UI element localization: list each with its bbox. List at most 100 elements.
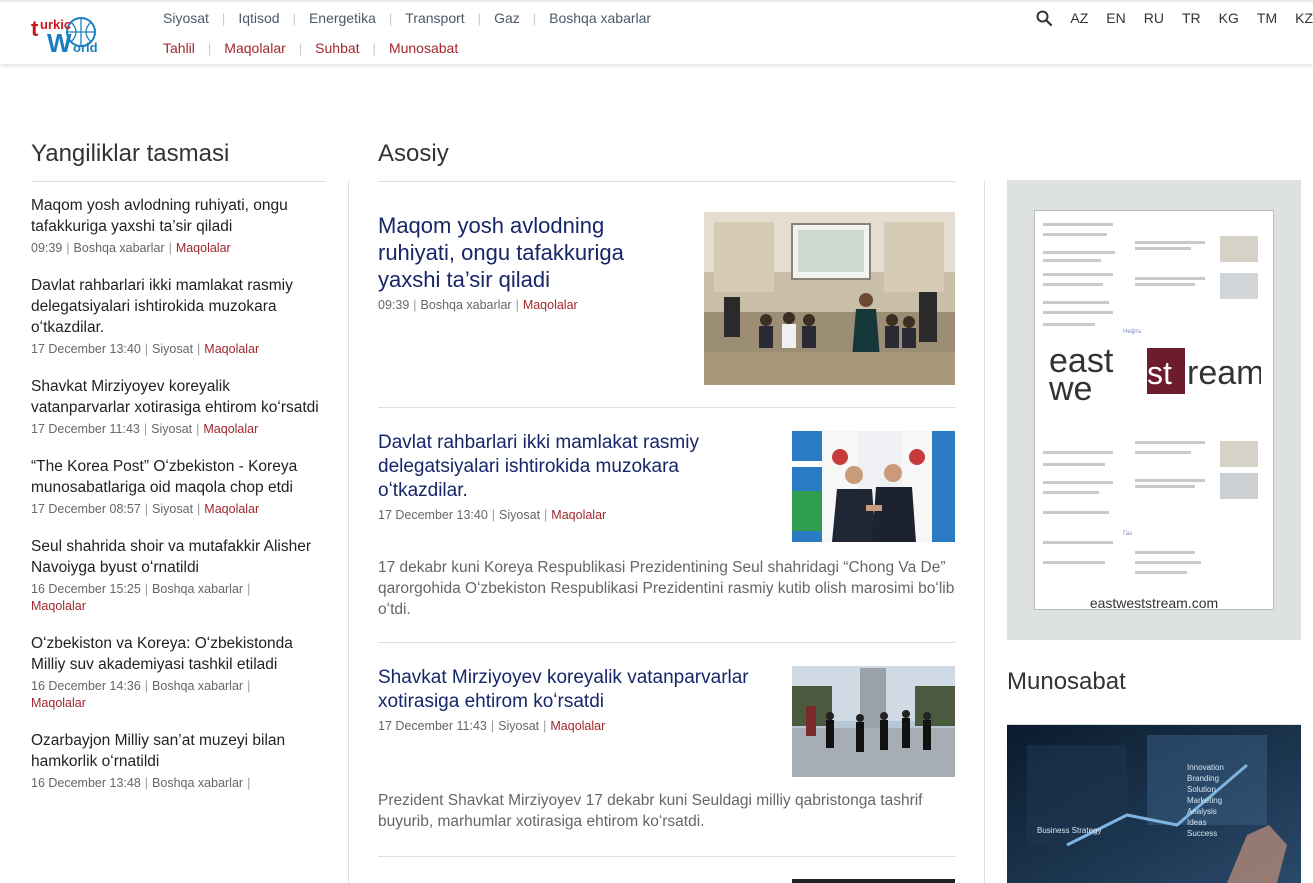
lang-tr[interactable]: TR [1182,10,1201,26]
article-category[interactable]: Siyosat [498,719,539,733]
svg-text:t: t [31,16,39,41]
item-time: 16 December 15:25 [31,582,141,596]
munosabat-image[interactable]: Innovation Branding Solution Marketing Anal… [1007,725,1301,883]
site-logo[interactable]: t urkic W orld [31,12,109,56]
feed-item-meta: 09:39 | Boshqa xabarlar | Maqolalar [31,241,231,255]
nav-transport[interactable]: Transport [405,10,464,26]
svg-text:Analysis: Analysis [1187,807,1217,816]
svg-text:Газ: Газ [1123,531,1132,537]
article-title[interactable]: Maqom yosh avlodning ruhiyati, ongu tafa… [378,212,678,293]
article-tag[interactable]: Maqolalar [550,719,605,733]
item-time: 17 December 13:40 [31,342,141,356]
item-time: 17 December 08:57 [31,502,141,516]
article-tag[interactable]: Maqolalar [551,508,606,522]
advertisement-banner[interactable]: Нефть Газ east we st ream eastweststream… [1007,180,1301,640]
item-tag[interactable]: Maqolalar [31,599,86,613]
nav-siyosat[interactable]: Siyosat [163,10,209,26]
munosabat-title: Munosabat [1007,668,1126,695]
feed-item-title[interactable]: “The Korea Post” Oʻzbekiston - Koreya mu… [31,456,326,498]
item-category[interactable]: Siyosat [151,422,192,436]
lang-kz[interactable]: KZ [1295,10,1313,26]
feed-item-meta: 17 December 13:40 | Siyosat | Maqolalar [31,342,260,356]
article-time: 09:39 [378,298,410,312]
article-divider [378,642,955,643]
list-item: Davlat rahbarlari ikki mamlakat rasmiy d… [31,275,326,358]
nav-boshqa-xabarlar[interactable]: Boshqa xabarlar [549,10,651,26]
svg-text:Branding: Branding [1187,774,1219,783]
lang-ru[interactable]: RU [1144,10,1164,26]
svg-text:W: W [47,28,72,56]
item-tag[interactable]: Maqolalar [203,422,258,436]
item-time: 16 December 13:48 [31,776,141,790]
nav-divider: | [298,40,303,56]
feed-item-meta: 16 December 13:48 | Boshqa xabarlar | [31,776,251,790]
feed-item-title[interactable]: Oʻzbekiston va Koreya: Oʻzbekistonda Mil… [31,633,326,675]
nav-munosabat[interactable]: Munosabat [389,40,458,56]
feed-item-meta: 16 December 14:36 | Boshqa xabarlar | Maqola… [31,679,251,710]
lang-az[interactable]: AZ [1070,10,1088,26]
feed-title: Yangiliklar tasmasi [31,140,230,167]
item-tag[interactable]: Maqolalar [31,696,86,710]
ad-page-texture: Нефть Газ [1043,223,1258,574]
nav-maqolalar[interactable]: Maqolalar [224,40,285,56]
item-category[interactable]: Boshqa xabarlar [152,582,243,596]
lang-tm[interactable]: TM [1257,10,1277,26]
nav-energetika[interactable]: Energetika [309,10,376,26]
ad-logo: east we st ream [1047,342,1264,409]
list-item: “The Korea Post” Oʻzbekiston - Koreya mu… [31,456,326,518]
nav-iqtisod[interactable]: Iqtisod [238,10,279,26]
item-tag[interactable]: Maqolalar [176,241,231,255]
ad-page-preview: Нефть Газ east we st ream eastweststream… [1034,210,1274,610]
nav-tahlil[interactable]: Tahlil [163,40,195,56]
site-header: t urkic W orld Siyosat | Iqtisod | Energ… [0,0,1313,64]
article-image-concert[interactable] [704,212,955,385]
item-category[interactable]: Siyosat [152,342,193,356]
item-category[interactable]: Boshqa xabarlar [74,241,165,255]
nav-divider: | [221,10,226,26]
list-item: Maqom yosh avlodning ruhiyati, ongu tafa… [31,195,326,257]
news-feed: Maqom yosh avlodning ruhiyati, ongu tafa… [31,195,326,810]
lang-kg[interactable]: KG [1219,10,1239,26]
nav-divider: | [532,10,537,26]
feed-item-title[interactable]: Seul shahrida shoir va mutafakkir Alishe… [31,536,326,578]
article-category[interactable]: Boshqa xabarlar [421,298,512,312]
item-category[interactable]: Boshqa xabarlar [152,776,243,790]
article-title[interactable]: Shavkat Mirziyoyev koreyalik vatanparvar… [378,666,778,714]
ad-logo-ream: ream [1187,354,1261,392]
article-title[interactable]: Davlat rahbarlari ikki mamlakat rasmiy d… [378,431,773,503]
item-category[interactable]: Boshqa xabarlar [152,679,243,693]
article-category[interactable]: Siyosat [499,508,540,522]
secondary-nav: Tahlil | Maqolalar | Suhbat | Munosabat [163,40,458,56]
ad-url[interactable]: eastweststream.com [1035,595,1273,609]
article-divider [378,407,955,408]
item-tag[interactable]: Maqolalar [204,502,259,516]
feed-divider [31,181,326,182]
feed-item-meta: 17 December 08:57 | Siyosat | Maqolalar [31,502,260,516]
feed-item-title[interactable]: Maqom yosh avlodning ruhiyati, ongu tafa… [31,195,326,237]
list-item: Oʻzbekiston va Koreya: Oʻzbekistonda Mil… [31,633,326,712]
item-time: 16 December 14:36 [31,679,141,693]
lang-en[interactable]: EN [1106,10,1125,26]
article-time: 17 December 13:40 [378,508,488,522]
search-icon[interactable] [1036,10,1053,26]
item-tag[interactable]: Maqolalar [204,342,259,356]
article-tag[interactable]: Maqolalar [523,298,578,312]
article-image-memorial[interactable] [792,666,955,777]
article-excerpt: 17 dekabr kuni Koreya Respublikasi Prezi… [378,559,955,618]
feed-item-title[interactable]: Shavkat Mirziyoyev koreyalik vatanparvar… [31,376,326,418]
nav-divider: | [207,40,212,56]
ad-logo-we: we [1048,370,1092,404]
nav-divider: | [372,40,376,56]
article-image-handshake[interactable] [792,431,955,542]
item-category[interactable]: Siyosat [152,502,193,516]
header-tools: AZ EN RU TR KG TM KZ [1036,10,1313,26]
column-divider [984,181,985,883]
nav-suhbat[interactable]: Suhbat [315,40,359,56]
nav-gaz[interactable]: Gaz [494,10,520,26]
svg-text:Нефть: Нефть [1123,329,1141,335]
feed-item-title[interactable]: Davlat rahbarlari ikki mamlakat rasmiy d… [31,275,326,338]
feed-item-title[interactable]: Ozarbayjon Milliy san’at muzeyi bilan ha… [31,730,326,772]
article-image-next[interactable] [792,879,955,883]
main-divider [378,181,955,182]
svg-text:Solution: Solution [1187,785,1216,794]
